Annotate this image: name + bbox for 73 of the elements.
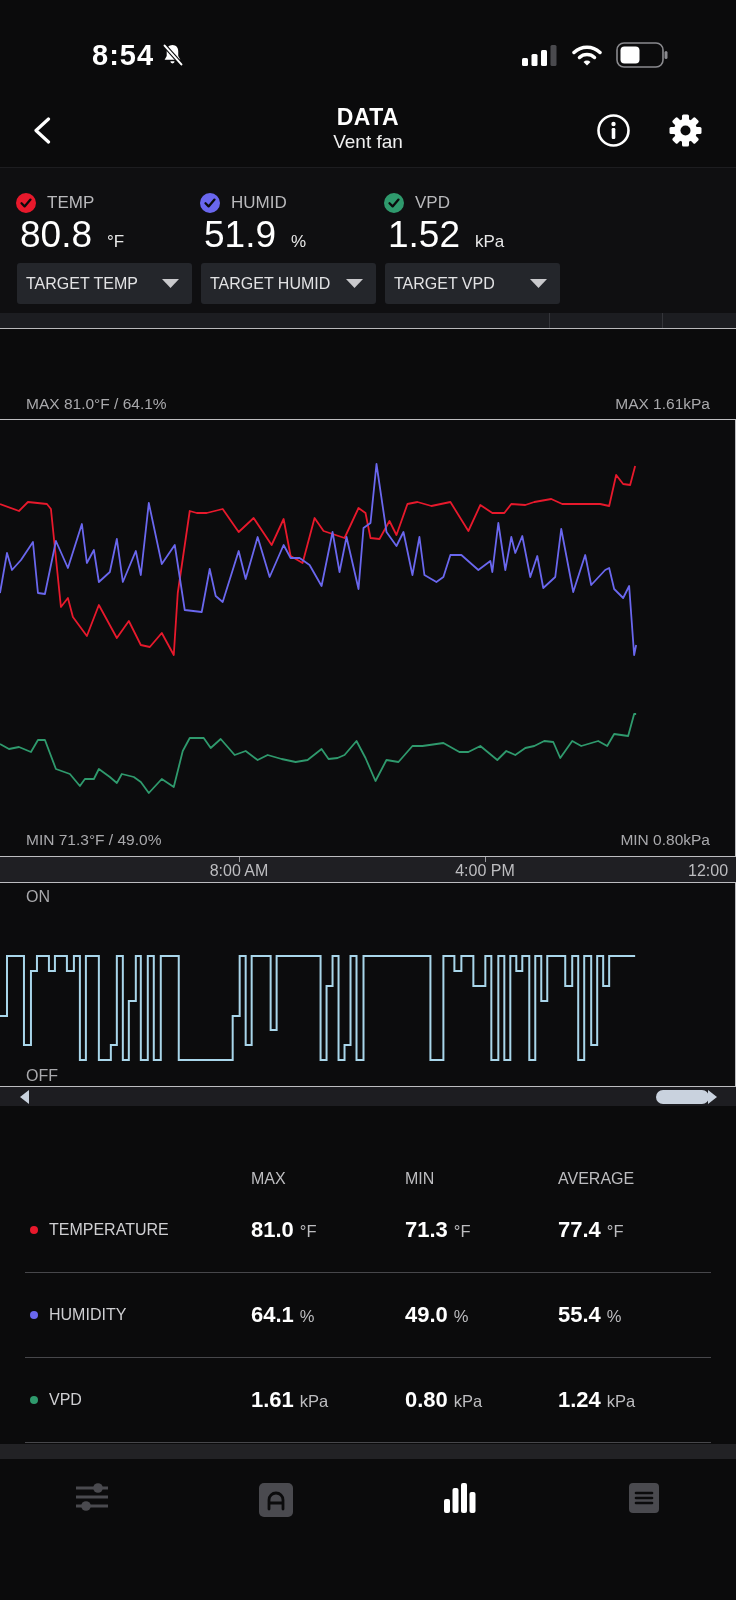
max-label: MAX 1.61kPa bbox=[615, 395, 710, 413]
reading-value: 51.9 bbox=[204, 215, 276, 255]
reading-label: HUMID bbox=[231, 193, 287, 213]
stat-value: 77.4 bbox=[558, 1217, 601, 1243]
back-button[interactable] bbox=[33, 117, 51, 144]
wifi-icon bbox=[572, 44, 602, 66]
axis-tick bbox=[485, 857, 486, 862]
axis-tick bbox=[239, 857, 240, 862]
reading-unit: °F bbox=[107, 232, 125, 252]
stat-value: 64.1 bbox=[251, 1302, 294, 1328]
column-header: AVERAGE bbox=[558, 1170, 636, 1188]
target-dropdown[interactable]: TARGET HUMID bbox=[201, 263, 376, 304]
column-header: MAX bbox=[251, 1170, 287, 1188]
stat-unit: kPa bbox=[453, 1392, 483, 1411]
row-label: HUMIDITY bbox=[49, 1306, 127, 1324]
stat-unit: kPa bbox=[606, 1392, 636, 1411]
min-label: MIN 71.3°F / 49.0% bbox=[26, 831, 162, 849]
sliders-icon bbox=[76, 1483, 108, 1511]
stat-unit: kPa bbox=[299, 1392, 329, 1411]
stat-value: 71.3 bbox=[405, 1217, 448, 1243]
checkbox-icon[interactable] bbox=[16, 193, 36, 213]
signal-icon bbox=[522, 44, 558, 66]
stat-unit: % bbox=[299, 1307, 315, 1326]
row-label: VPD bbox=[49, 1391, 82, 1409]
screen-subtitle: Vent fan bbox=[333, 130, 403, 153]
caret-icon bbox=[346, 279, 363, 288]
checkbox-icon[interactable] bbox=[384, 193, 404, 213]
stat-unit: % bbox=[453, 1307, 469, 1326]
arch-tile-icon bbox=[259, 1483, 293, 1517]
bell-slash-icon bbox=[163, 44, 184, 66]
reading-value: 1.52 bbox=[388, 215, 460, 255]
max-label: MAX 81.0°F / 64.1% bbox=[26, 395, 167, 413]
stat-unit: °F bbox=[606, 1222, 624, 1241]
stat-unit: % bbox=[606, 1307, 622, 1326]
stat-value: 0.80 bbox=[405, 1387, 448, 1413]
stat-unit: °F bbox=[453, 1222, 471, 1241]
on-label: ON bbox=[26, 888, 50, 906]
time-label: 8:00 AM bbox=[209, 861, 269, 880]
reading-unit: kPa bbox=[475, 232, 505, 252]
stat-value: 81.0 bbox=[251, 1217, 294, 1243]
nav-tab[interactable] bbox=[444, 1483, 476, 1513]
caret-icon bbox=[530, 279, 547, 288]
battery-icon bbox=[616, 42, 668, 68]
reading-label: VPD bbox=[415, 193, 450, 213]
caret-icon bbox=[162, 279, 179, 288]
row-label: TEMPERATURE bbox=[49, 1221, 169, 1239]
scroll-right-arrow-icon[interactable] bbox=[708, 1089, 717, 1104]
settings-icon bbox=[669, 114, 702, 147]
stat-value: 55.4 bbox=[558, 1302, 601, 1328]
min-label: MIN 0.80kPa bbox=[620, 831, 710, 849]
bar-chart-icon bbox=[444, 1483, 476, 1513]
list-tile-icon bbox=[629, 1483, 659, 1513]
chevron-left-icon bbox=[33, 117, 51, 144]
reading-label: TEMP bbox=[47, 193, 95, 213]
time-label: 4:00 PM bbox=[455, 861, 515, 880]
stat-unit: °F bbox=[299, 1222, 317, 1241]
checkbox-icon[interactable] bbox=[200, 193, 220, 213]
reading-value: 80.8 bbox=[20, 215, 92, 255]
stat-value: 49.0 bbox=[405, 1302, 448, 1328]
status-time: 8:54 bbox=[92, 38, 155, 72]
info-icon bbox=[597, 114, 630, 147]
target-dropdown[interactable]: TARGET TEMP bbox=[17, 263, 192, 304]
off-label: OFF bbox=[26, 1067, 58, 1085]
screen-title: DATA bbox=[336, 104, 400, 130]
settings-button[interactable] bbox=[669, 114, 702, 147]
target-dropdown[interactable]: TARGET VPD bbox=[385, 263, 560, 304]
time-label: 12:00 bbox=[688, 861, 729, 880]
reading-unit: % bbox=[291, 232, 307, 252]
column-header: MIN bbox=[405, 1170, 436, 1188]
stat-value: 1.61 bbox=[251, 1387, 294, 1413]
scroll-left-arrow-icon[interactable] bbox=[20, 1089, 29, 1104]
stat-value: 1.24 bbox=[558, 1387, 601, 1413]
info-button[interactable] bbox=[597, 114, 630, 147]
